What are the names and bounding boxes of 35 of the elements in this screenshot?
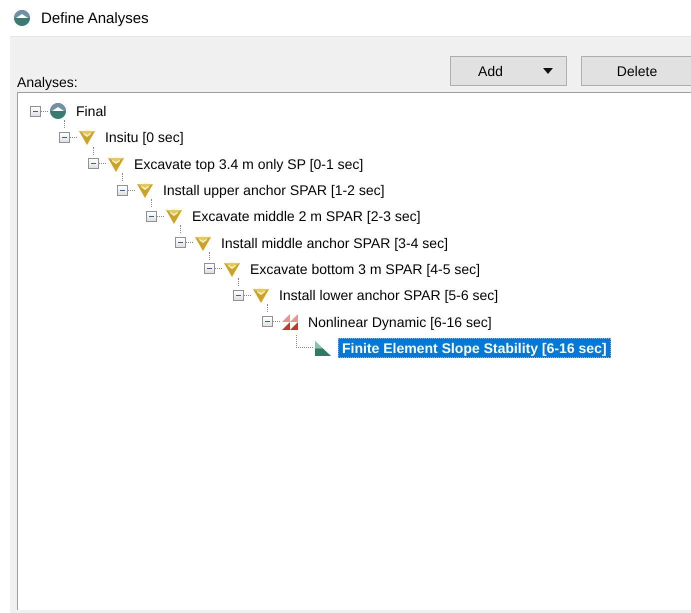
diamond-icon bbox=[252, 286, 270, 304]
tree-item[interactable]: Finite Element Slope Stability [6-16 sec] bbox=[338, 338, 611, 358]
collapse-icon[interactable] bbox=[146, 210, 157, 222]
triangles-icon bbox=[281, 312, 299, 331]
tree-item[interactable]: Excavate middle 2 m SPAR [2-3 sec] bbox=[189, 207, 424, 226]
diamond-icon bbox=[107, 154, 125, 173]
tree-item[interactable]: Final bbox=[73, 102, 110, 120]
tree-item[interactable]: Excavate bottom 3 m SPAR [4-5 sec] bbox=[247, 260, 484, 278]
collapse-icon[interactable] bbox=[59, 132, 70, 143]
collapse-icon[interactable] bbox=[117, 184, 128, 196]
collapse-icon[interactable] bbox=[175, 237, 186, 248]
add-dropdown-button[interactable]: Add bbox=[450, 56, 567, 86]
collapse-icon[interactable] bbox=[88, 158, 99, 170]
diamond-icon bbox=[78, 128, 96, 146]
tree-item[interactable]: Install lower anchor SPAR [5-6 sec] bbox=[276, 286, 502, 304]
globe-icon bbox=[49, 102, 67, 120]
diamond-icon bbox=[136, 181, 154, 200]
caret-icon bbox=[542, 68, 553, 74]
slope-icon bbox=[314, 338, 332, 357]
tree-item[interactable]: Install middle anchor SPAR [3-4 sec] bbox=[218, 234, 451, 252]
collapse-icon[interactable] bbox=[262, 316, 273, 328]
collapse-icon[interactable] bbox=[204, 263, 215, 274]
tree-item[interactable]: Nonlinear Dynamic [6-16 sec] bbox=[305, 312, 495, 331]
collapse-icon[interactable] bbox=[30, 106, 41, 117]
tree-item[interactable]: Insitu [0 sec] bbox=[102, 128, 187, 146]
tree-label: Analyses: bbox=[17, 74, 78, 90]
diamond-icon bbox=[165, 207, 183, 226]
tree-item[interactable]: Excavate top 3.4 m only SP [0-1 sec] bbox=[131, 154, 366, 173]
diamond-icon bbox=[194, 234, 212, 252]
tree-item[interactable]: Install upper anchor SPAR [1-2 sec] bbox=[160, 181, 388, 200]
diamond-icon bbox=[223, 260, 241, 278]
collapse-icon[interactable] bbox=[233, 290, 244, 301]
window-title: Define Analyses bbox=[41, 10, 149, 26]
globe-icon bbox=[13, 9, 31, 27]
delete-button[interactable]: Delete bbox=[581, 56, 691, 86]
